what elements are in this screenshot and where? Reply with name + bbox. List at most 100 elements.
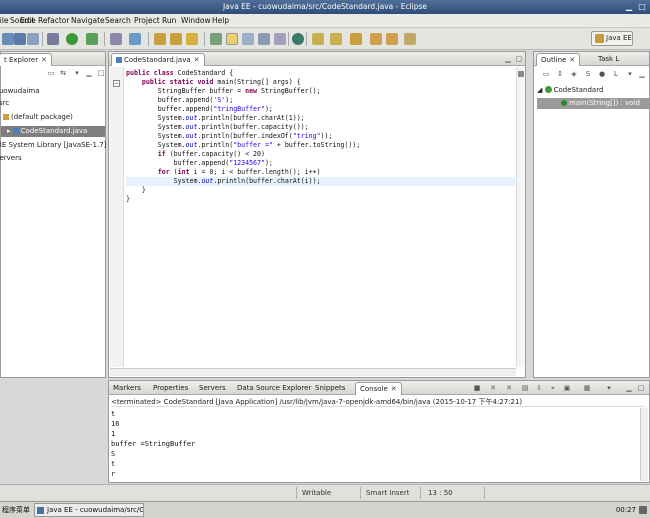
debug-icon[interactable] xyxy=(47,33,59,45)
ruler-marker[interactable] xyxy=(518,71,524,77)
display-console-icon[interactable]: ▣ xyxy=(563,384,571,392)
tab-outline[interactable]: Outline ✕ xyxy=(536,53,581,66)
save-icon[interactable] xyxy=(14,33,26,45)
sort-icon[interactable]: ↕ xyxy=(556,70,564,78)
maximize-view-icon[interactable]: □ xyxy=(97,69,105,77)
tab-snippets[interactable]: Snippets xyxy=(311,382,349,395)
open-task-icon[interactable] xyxy=(170,33,182,45)
back-icon[interactable] xyxy=(370,33,382,45)
collapse-all-icon[interactable]: ▭ xyxy=(47,69,55,77)
status-separator xyxy=(360,487,361,499)
close-icon[interactable]: ✕ xyxy=(569,56,575,64)
link-editor-icon[interactable]: ⇆ xyxy=(59,69,67,77)
hide-fields-icon[interactable]: ◈ xyxy=(570,70,578,78)
tree-item-src[interactable]: src xyxy=(0,99,9,107)
outline-item-class[interactable]: ◢ CodeStandard xyxy=(537,86,603,94)
prev-annotation-icon[interactable] xyxy=(330,33,342,45)
menu-window[interactable]: Window xyxy=(181,16,211,25)
pilcrow-icon[interactable] xyxy=(274,33,286,45)
code-line: } xyxy=(126,195,130,203)
tree-item-default-package[interactable]: (default package) xyxy=(3,113,73,121)
menu-run[interactable]: Run xyxy=(162,16,176,25)
tab-task-list[interactable]: Task L xyxy=(594,53,623,66)
fold-toggle-icon[interactable]: − xyxy=(113,80,120,87)
console-process-info: <terminated> CodeStandard [Java Applicat… xyxy=(111,397,645,407)
menu-refactor[interactable]: Refactor xyxy=(38,16,69,25)
hide-local-types-icon[interactable]: L xyxy=(612,70,620,78)
taskbar-eclipse-window[interactable]: Java EE - cuowudaima/src/C... xyxy=(34,503,144,517)
search-icon[interactable] xyxy=(186,33,198,45)
close-icon[interactable]: ✕ xyxy=(391,385,397,393)
overview-ruler[interactable] xyxy=(516,67,524,367)
menu-source[interactable]: Source xyxy=(10,16,36,25)
menu-file[interactable]: File xyxy=(0,16,9,25)
tab-data-source-explorer[interactable]: Data Source Explorer xyxy=(233,382,315,395)
console-vertical-scrollbar[interactable] xyxy=(640,408,648,481)
minimize-view-icon[interactable]: ▁ xyxy=(504,55,512,63)
pin-icon[interactable] xyxy=(404,33,416,45)
tab-codestandard-java[interactable]: CodeStandard.java ✕ xyxy=(111,53,205,66)
outline-item-main-method[interactable]: main(String[]) : void xyxy=(537,98,649,109)
next-annotation-icon[interactable] xyxy=(312,33,324,45)
tree-item-project[interactable]: cuowudaima xyxy=(0,87,40,95)
last-edit-icon[interactable] xyxy=(350,33,362,45)
new-icon[interactable] xyxy=(2,33,14,45)
annotation-icon[interactable] xyxy=(210,33,222,45)
code-line-current: System.out.println(buffer.charAt(i)); xyxy=(126,177,515,186)
start-menu-button[interactable]: 程序菜单 xyxy=(2,505,30,515)
show-whitespace-icon[interactable] xyxy=(258,33,270,45)
clear-console-icon[interactable]: ▤ xyxy=(521,384,529,392)
tree-item-jre-library[interactable]: JRE System Library [JavaSE-1.7] xyxy=(0,141,106,149)
minimize-icon[interactable]: ▁ xyxy=(624,2,634,12)
forward-icon[interactable] xyxy=(386,33,398,45)
open-console-icon[interactable]: ▦ xyxy=(583,384,591,392)
close-icon[interactable]: ✕ xyxy=(194,56,200,64)
code-area[interactable]: public class CodeStandard { public stati… xyxy=(126,67,515,367)
tab-console[interactable]: Console ✕ xyxy=(355,382,402,395)
minimize-view-icon[interactable]: ▁ xyxy=(638,70,646,78)
hide-static-icon[interactable]: S xyxy=(584,70,592,78)
view-menu-icon[interactable]: ▾ xyxy=(626,70,634,78)
server-icon[interactable] xyxy=(110,33,122,45)
menu-help[interactable]: Help xyxy=(212,16,229,25)
minimize-view-icon[interactable]: ▁ xyxy=(625,384,633,392)
close-icon[interactable]: ✕ xyxy=(41,56,47,64)
hide-nonpublic-icon[interactable]: ● xyxy=(598,70,606,78)
tab-package-explorer[interactable]: t Explorer ✕ xyxy=(0,53,52,66)
tray-icon[interactable] xyxy=(639,506,647,514)
maximize-icon[interactable]: □ xyxy=(637,2,647,12)
maximize-view-icon[interactable]: □ xyxy=(515,55,523,63)
tab-servers[interactable]: Servers xyxy=(195,382,230,395)
perspective-java-ee-button[interactable]: Java EE xyxy=(591,31,633,46)
expand-icon[interactable]: ◢ xyxy=(537,86,542,94)
web-browser-icon[interactable] xyxy=(292,33,304,45)
remove-all-icon[interactable]: ✕ xyxy=(505,384,513,392)
menu-project[interactable]: Project xyxy=(134,16,160,25)
tab-markers[interactable]: Markers xyxy=(109,382,145,395)
run-icon[interactable] xyxy=(66,33,78,45)
maximize-view-icon[interactable]: □ xyxy=(637,384,645,392)
tree-item-codestandard-java[interactable]: ▸ CodeStandard.java xyxy=(1,126,105,137)
new-class-icon[interactable] xyxy=(129,33,141,45)
menu-search[interactable]: Search xyxy=(105,16,131,25)
menu-navigate[interactable]: Navigate xyxy=(71,16,105,25)
pin-console-icon[interactable]: ⌖ xyxy=(549,384,557,392)
status-bar: Writable Smart Insert 13 : 50 xyxy=(0,484,650,500)
minimize-view-icon[interactable]: ▁ xyxy=(85,69,93,77)
code-line: System.out.println("buffer =" + buffer.t… xyxy=(126,141,361,149)
editor-horizontal-scrollbar[interactable] xyxy=(110,368,516,376)
mark-occurrences-icon[interactable] xyxy=(226,33,238,45)
collapse-all-icon[interactable]: ▭ xyxy=(542,70,550,78)
remove-launch-icon[interactable]: ✕ xyxy=(489,384,497,392)
toggle-block-icon[interactable] xyxy=(242,33,254,45)
new-console-icon[interactable]: ▾ xyxy=(605,384,613,392)
run-config-icon[interactable] xyxy=(86,33,98,45)
scroll-lock-icon[interactable]: ⇩ xyxy=(535,384,543,392)
view-menu-icon[interactable]: ▾ xyxy=(73,69,81,77)
terminate-icon[interactable]: ■ xyxy=(473,384,481,392)
tree-item-servers[interactable]: Servers xyxy=(0,154,22,162)
open-type-icon[interactable] xyxy=(154,33,166,45)
save-all-icon[interactable] xyxy=(27,33,39,45)
tab-properties[interactable]: Properties xyxy=(149,382,192,395)
editor-gutter[interactable]: − xyxy=(110,67,124,367)
